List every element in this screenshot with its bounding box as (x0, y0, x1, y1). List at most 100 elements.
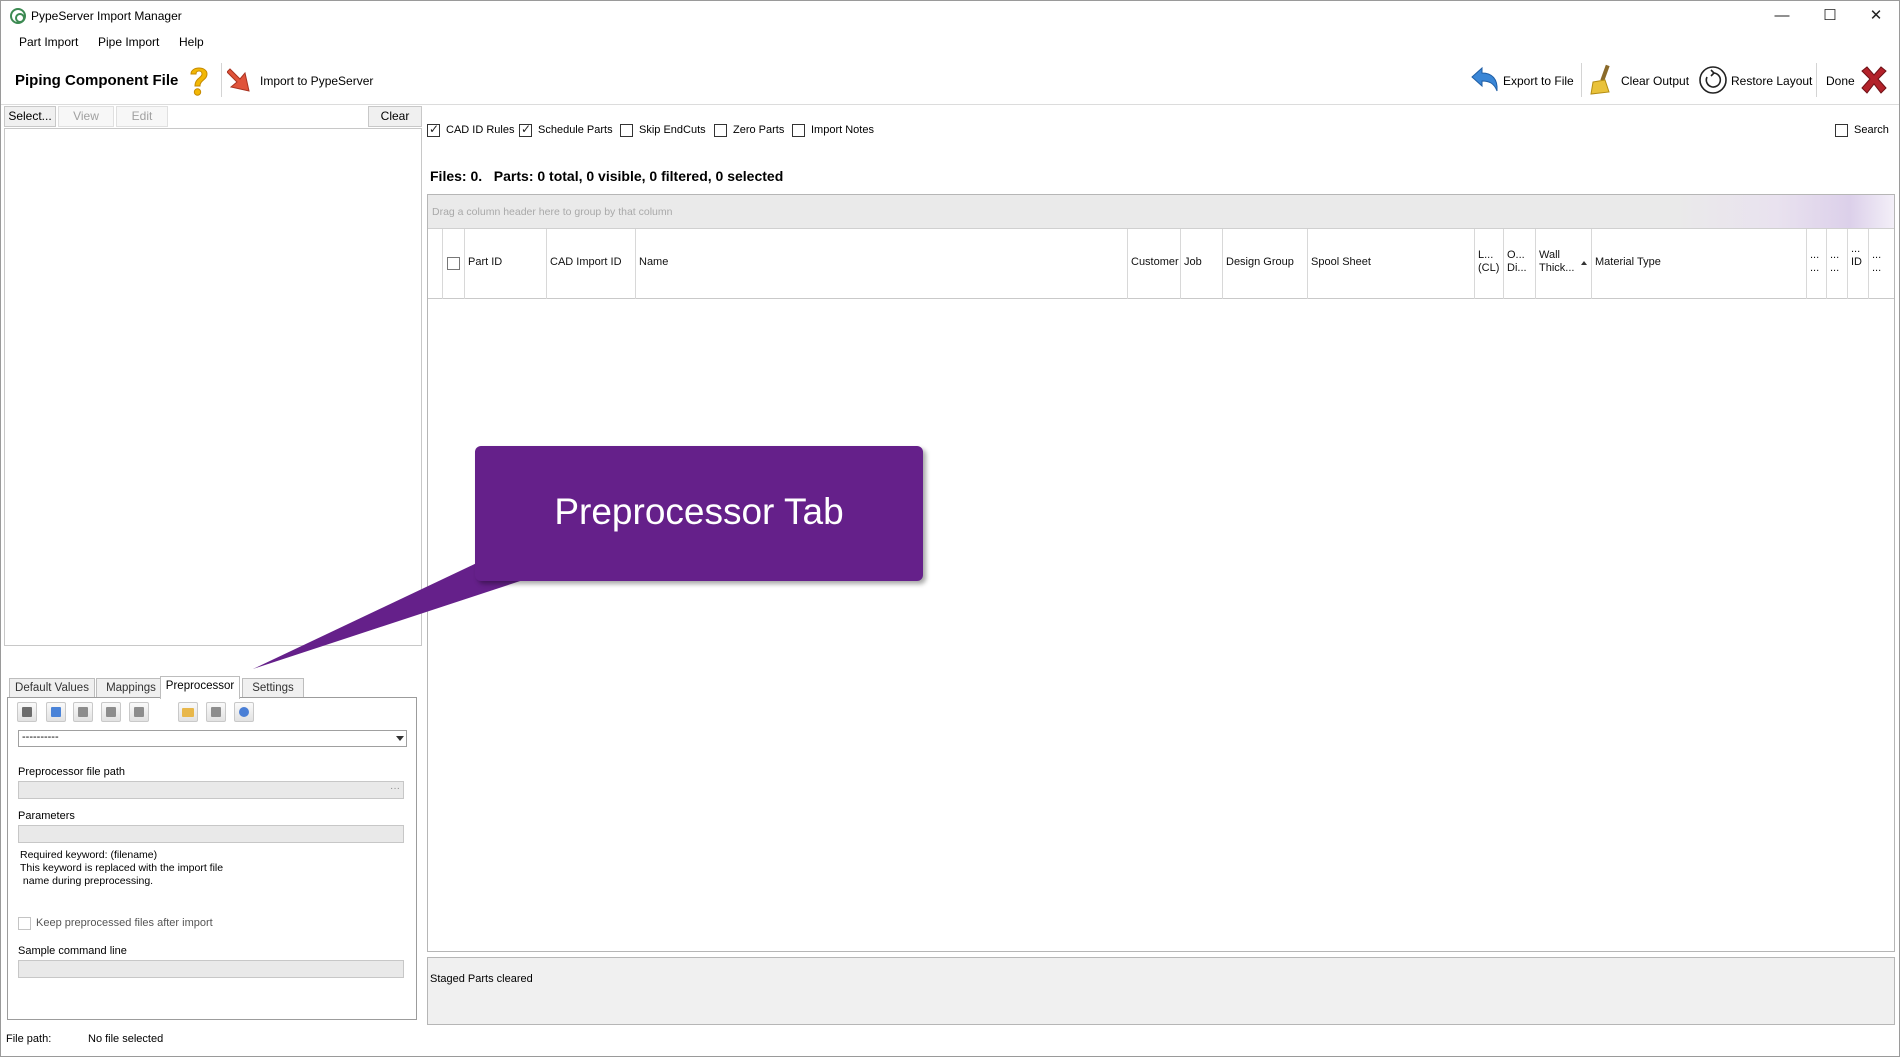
group-by-hint: Drag a column header here to group by th… (432, 206, 673, 218)
column-label-line: ... (1810, 262, 1820, 274)
toolbar: Piping Component File Import to PypeServ… (1, 55, 1899, 105)
save-icon[interactable] (17, 702, 37, 722)
callout-box: Preprocessor Tab (475, 446, 923, 581)
title-bar: PypeServer Import Manager — ☐ ✕ (1, 1, 1899, 31)
preprocessor-select[interactable]: ---------- (18, 730, 407, 747)
skip-endcuts-label: Skip EndCuts (639, 124, 706, 136)
column-headers: Part ID CAD Import ID Name Customer Job … (428, 229, 1894, 299)
column-label-line: ... (1810, 249, 1820, 261)
select-button[interactable]: Select... (4, 106, 56, 127)
search-checkbox[interactable] (1835, 124, 1848, 137)
help-icon[interactable] (234, 702, 254, 722)
column-length[interactable]: L... (CL) (1475, 229, 1504, 299)
group-by-area[interactable]: Drag a column header here to group by th… (428, 195, 1894, 229)
callout-text: Preprocessor Tab (554, 491, 844, 532)
keep-files-checkbox[interactable] (18, 917, 31, 930)
column-outer-diameter[interactable]: O... Di... (1504, 229, 1536, 299)
column-customer[interactable]: Customer (1128, 229, 1181, 299)
column-label-line: ... (1872, 262, 1882, 274)
minimize-button[interactable]: — (1760, 1, 1804, 31)
column-material-type[interactable]: Material Type (1592, 229, 1807, 299)
column-spool-sheet[interactable]: Spool Sheet (1308, 229, 1475, 299)
copy-icon[interactable] (73, 702, 93, 722)
column-extra-id[interactable]: ... ID (1848, 229, 1869, 299)
clear-output-button[interactable]: Clear Output (1621, 74, 1689, 88)
column-label-line: ... (1830, 262, 1840, 274)
tab-settings[interactable]: Settings (242, 678, 304, 698)
preprocessor-file-path-input[interactable]: ··· (18, 781, 404, 799)
column-label: Design Group (1226, 256, 1294, 268)
cad-id-rules-checkbox[interactable] (427, 122, 440, 137)
file-path-label: Preprocessor file path (18, 766, 125, 778)
refresh-icon[interactable] (101, 702, 121, 722)
select-all-header[interactable] (443, 229, 465, 299)
import-to-pypeserver-button[interactable]: Import to PypeServer (260, 74, 373, 88)
restore-layout-icon[interactable] (1698, 65, 1728, 95)
tab-preprocessor[interactable]: Preprocessor (160, 676, 240, 699)
broom-icon[interactable] (1589, 64, 1615, 96)
delete-icon[interactable] (129, 702, 149, 722)
column-part-id[interactable]: Part ID (465, 229, 547, 299)
column-label: ... ID (1851, 243, 1862, 269)
search-label: Search (1854, 124, 1889, 136)
column-label-line: ... (1851, 243, 1861, 255)
import-arrow-icon[interactable] (226, 65, 255, 95)
column-name[interactable]: Name (636, 229, 1128, 299)
done-button[interactable]: Done (1826, 74, 1855, 88)
preprocessor-panel: ---------- Preprocessor file path ··· Pa… (7, 697, 417, 1020)
maximize-button[interactable]: ☐ (1808, 1, 1852, 31)
skip-endcuts-checkbox[interactable] (620, 124, 633, 137)
zero-parts-checkbox[interactable] (714, 124, 727, 137)
column-label: Customer (1131, 256, 1179, 268)
close-button[interactable]: ✕ (1854, 1, 1898, 31)
export-to-file-button[interactable]: Export to File (1503, 74, 1574, 88)
export-icon[interactable] (206, 702, 226, 722)
chevron-down-icon (396, 736, 404, 741)
sample-command-label: Sample command line (18, 945, 127, 957)
column-label-line: Wall (1539, 249, 1560, 261)
toolbar-separator (221, 63, 222, 97)
column-label: CAD Import ID (550, 256, 622, 268)
menu-part-import[interactable]: Part Import (19, 35, 78, 49)
toolbar-title: Piping Component File (15, 72, 179, 89)
restore-layout-button[interactable]: Restore Layout (1731, 74, 1812, 88)
column-design-group[interactable]: Design Group (1223, 229, 1308, 299)
add-icon[interactable] (46, 702, 66, 722)
output-panel: Staged Parts cleared (427, 957, 1895, 1025)
select-all-checkbox[interactable] (447, 257, 460, 270)
column-extra[interactable]: ...... (1807, 229, 1827, 299)
parameters-input[interactable] (18, 825, 404, 843)
column-label-line: Thick... (1539, 262, 1575, 274)
dropdown-button[interactable] (392, 731, 406, 746)
column-label-line: O... (1507, 249, 1525, 261)
import-notes-checkbox[interactable] (792, 124, 805, 137)
app-logo-icon (10, 8, 26, 24)
tab-mappings[interactable]: Mappings (96, 678, 166, 698)
column-label: ...... (1872, 249, 1881, 275)
column-job[interactable]: Job (1181, 229, 1223, 299)
file-path-status-value: No file selected (88, 1033, 164, 1045)
tab-default-values[interactable]: Default Values (9, 678, 95, 698)
column-extra[interactable]: ...... (1869, 229, 1894, 299)
done-x-icon[interactable] (1859, 65, 1889, 95)
schedule-parts-label: Schedule Parts (538, 124, 613, 136)
edit-button[interactable]: Edit (116, 106, 168, 127)
keep-files-label: Keep preprocessed files after import (36, 917, 213, 929)
browse-ellipsis-icon[interactable]: ··· (390, 783, 400, 794)
sort-ascending-icon (1581, 261, 1587, 265)
column-wall-thickness[interactable]: Wall Thick... (1536, 229, 1592, 299)
column-label: Material Type (1595, 256, 1661, 268)
menu-pipe-import[interactable]: Pipe Import (98, 35, 159, 49)
menu-help[interactable]: Help (179, 35, 204, 49)
schedule-parts-checkbox[interactable] (519, 122, 532, 137)
column-label: Job (1184, 256, 1202, 268)
sample-command-input (18, 960, 404, 978)
column-cad-import-id[interactable]: CAD Import ID (547, 229, 636, 299)
column-label: ...... (1810, 249, 1819, 275)
view-button[interactable]: View (58, 106, 114, 127)
help-question-icon[interactable] (187, 63, 211, 99)
column-extra[interactable]: ...... (1827, 229, 1848, 299)
clear-button[interactable]: Clear (368, 106, 422, 127)
open-folder-icon[interactable] (178, 702, 198, 722)
export-arrow-icon[interactable] (1470, 65, 1500, 95)
